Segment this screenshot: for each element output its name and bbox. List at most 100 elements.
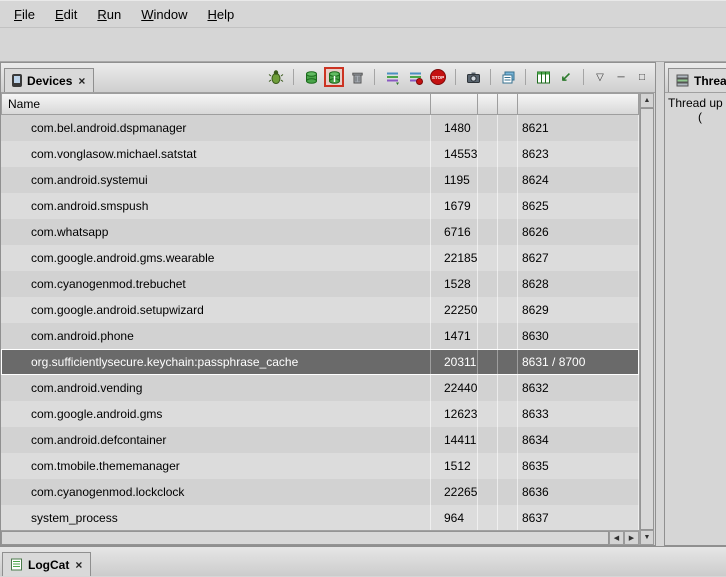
vertical-scrollbar-thumb[interactable] <box>640 108 654 530</box>
cell-port: 8633 <box>518 401 639 427</box>
cell-port: 8623 <box>518 141 639 167</box>
cell-pid: 1528 <box>431 271 478 297</box>
table-row[interactable]: com.cyanogenmod.lockclock 22265 8636 <box>1 479 639 505</box>
toolbar-separator <box>374 69 375 85</box>
threads-message-line1: Thread up <box>668 96 726 110</box>
threads-panel-header: Threa <box>665 63 726 93</box>
scroll-down-icon[interactable]: ▼ <box>640 530 654 545</box>
system-info-icon[interactable] <box>499 68 517 86</box>
cell-port: 8626 <box>518 219 639 245</box>
cell-name: com.android.phone <box>1 323 431 349</box>
cell-pid: 1679 <box>431 193 478 219</box>
close-icon[interactable]: × <box>74 558 83 572</box>
cell-empty-1 <box>478 401 498 427</box>
close-icon[interactable]: × <box>77 74 86 88</box>
vertical-scrollbar[interactable]: ▲ ▼ <box>639 93 654 545</box>
cell-empty-2 <box>498 427 518 453</box>
threads-icon <box>676 74 689 87</box>
menu-file[interactable]: File <box>4 3 45 26</box>
table-row[interactable]: org.sufficientlysecure.keychain:passphra… <box>1 349 639 375</box>
tab-devices[interactable]: Devices × <box>4 68 94 92</box>
devices-panel: Devices × <box>0 62 656 546</box>
cell-empty-1 <box>478 115 498 141</box>
cell-pid: 6716 <box>431 219 478 245</box>
update-heap-icon[interactable] <box>302 68 320 86</box>
cell-empty-2 <box>498 245 518 271</box>
cell-empty-2 <box>498 141 518 167</box>
cell-name: com.cyanogenmod.trebuchet <box>1 271 431 297</box>
menu-edit[interactable]: Edit <box>45 3 87 26</box>
cell-pid: 20311 <box>431 349 478 375</box>
menu-help[interactable]: Help <box>197 3 244 26</box>
table-row[interactable]: com.google.android.gms.wearable 22185 86… <box>1 245 639 271</box>
cause-gc-icon[interactable] <box>348 68 366 86</box>
cell-port: 8634 <box>518 427 639 453</box>
start-method-profiling-icon[interactable] <box>406 68 424 86</box>
column-header-empty-1[interactable] <box>478 93 498 115</box>
cell-port: 8627 <box>518 245 639 271</box>
cell-empty-1 <box>478 479 498 505</box>
cell-name: com.google.android.gms <box>1 401 431 427</box>
devices-panel-header: Devices × <box>1 63 655 93</box>
table-row[interactable]: com.android.smspush 1679 8625 <box>1 193 639 219</box>
horizontal-scrollbar[interactable]: ◀ ▶ <box>1 530 639 545</box>
dump-hprof-icon[interactable] <box>325 68 343 86</box>
tab-devices-label: Devices <box>27 74 72 88</box>
cell-empty-2 <box>498 349 518 375</box>
threads-message-line2: ( <box>698 110 726 124</box>
devices-toolbar: STOP ↙ ▽ ─ <box>267 68 655 92</box>
maximize-icon[interactable]: □ <box>634 69 650 85</box>
scroll-right-icon[interactable]: ▶ <box>624 531 639 545</box>
horizontal-scrollbar-thumb[interactable] <box>1 531 609 545</box>
table-row[interactable]: com.bel.android.dspmanager 1480 8621 <box>1 115 639 141</box>
table-row[interactable]: com.google.android.setupwizard 22250 862… <box>1 297 639 323</box>
scroll-up-icon[interactable]: ▲ <box>640 93 654 108</box>
toolbar-separator <box>490 69 491 85</box>
cell-pid: 22265 <box>431 479 478 505</box>
tab-threads-label: Threa <box>694 74 726 88</box>
table-row[interactable]: com.android.systemui 1195 8624 <box>1 167 639 193</box>
bottom-view-strip: LogCat × <box>0 546 726 576</box>
column-header-empty-2[interactable] <box>498 93 518 115</box>
table-row[interactable]: system_process 964 8637 <box>1 505 639 530</box>
tab-threads[interactable]: Threa <box>668 68 726 92</box>
global-toolbar <box>0 27 726 62</box>
table-row[interactable]: com.android.defcontainer 14411 8634 <box>1 427 639 453</box>
minimize-icon[interactable]: ─ <box>613 69 629 85</box>
column-header-name[interactable]: Name <box>1 93 431 115</box>
table-row[interactable]: com.android.vending 22440 8632 <box>1 375 639 401</box>
scroll-left-icon[interactable]: ◀ <box>609 531 624 545</box>
cell-empty-2 <box>498 323 518 349</box>
cell-port: 8635 <box>518 453 639 479</box>
update-threads-icon[interactable] <box>383 68 401 86</box>
toolbar-separator <box>525 69 526 85</box>
cell-port: 8636 <box>518 479 639 505</box>
main-window: File Edit Run Window Help Devices × <box>0 0 726 577</box>
cell-empty-1 <box>478 271 498 297</box>
table-row[interactable]: com.whatsapp 6716 8626 <box>1 219 639 245</box>
table-row[interactable]: com.cyanogenmod.trebuchet 1528 8628 <box>1 271 639 297</box>
jump-icon[interactable]: ↙ <box>557 68 575 86</box>
column-header-pid[interactable] <box>431 93 478 115</box>
cell-pid: 14553 <box>431 141 478 167</box>
cell-name: com.google.android.setupwizard <box>1 297 431 323</box>
workbench-area: Devices × <box>0 62 726 546</box>
cell-port: 8631 / 8700 <box>518 349 639 375</box>
view-menu-icon[interactable]: ▽ <box>592 69 608 85</box>
table-row[interactable]: com.tmobile.thememanager 1512 8635 <box>1 453 639 479</box>
column-header-port[interactable] <box>518 93 639 115</box>
columns-icon[interactable] <box>534 68 552 86</box>
menu-run[interactable]: Run <box>87 3 131 26</box>
panel-sash[interactable] <box>656 62 664 546</box>
menu-window[interactable]: Window <box>131 3 197 26</box>
table-row[interactable]: com.vonglasow.michael.satstat 14553 8623 <box>1 141 639 167</box>
table-row[interactable]: com.android.phone 1471 8630 <box>1 323 639 349</box>
stop-process-icon[interactable]: STOP <box>429 68 447 86</box>
debug-process-icon[interactable] <box>267 68 285 86</box>
screen-capture-icon[interactable] <box>464 68 482 86</box>
toolbar-separator <box>583 69 584 85</box>
cell-empty-1 <box>478 219 498 245</box>
tab-logcat[interactable]: LogCat × <box>2 552 91 576</box>
table-row[interactable]: com.google.android.gms 12623 8633 <box>1 401 639 427</box>
cell-empty-1 <box>478 245 498 271</box>
